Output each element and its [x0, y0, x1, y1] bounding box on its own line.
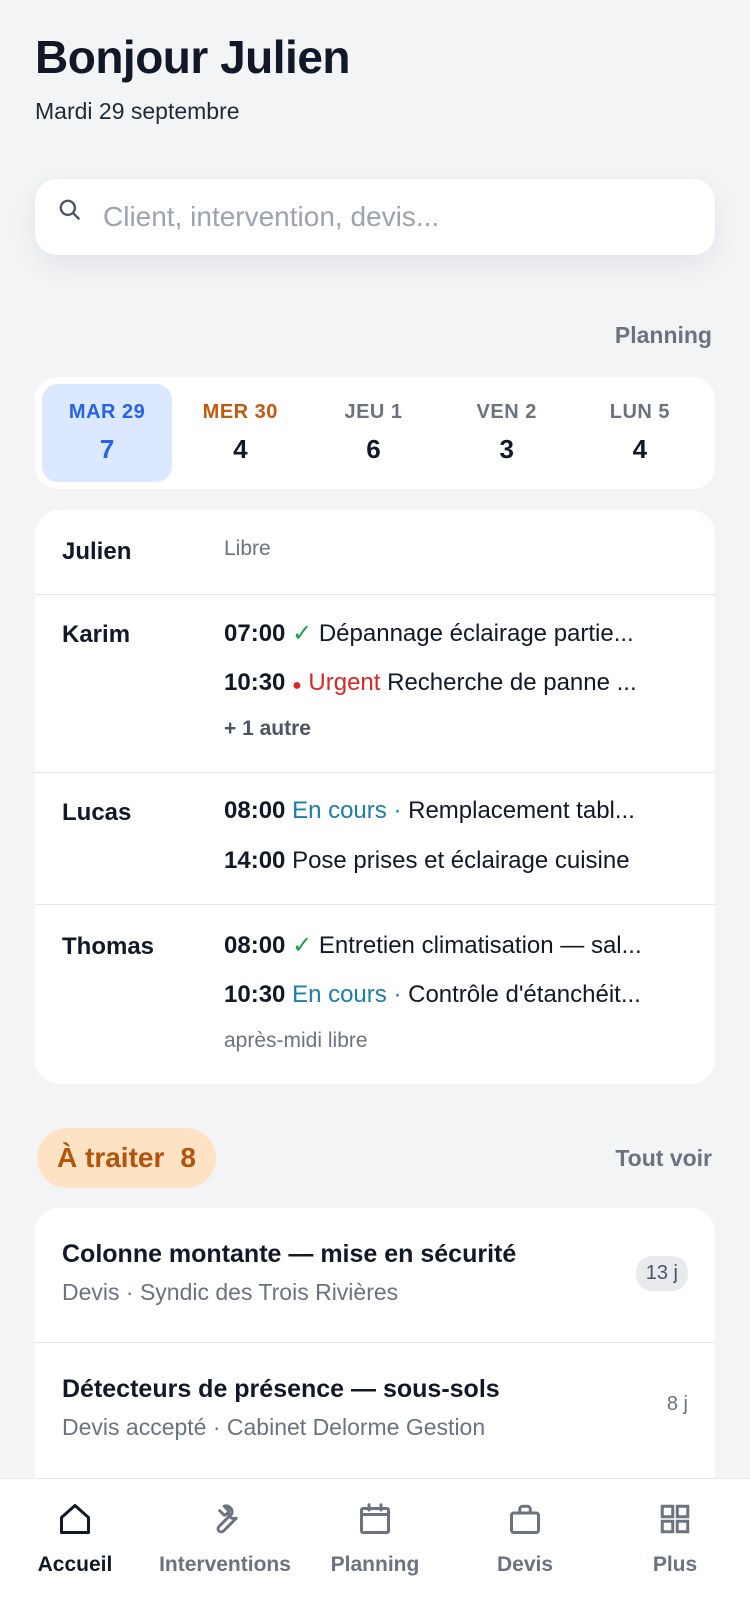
intervention-time: 08:00 — [224, 932, 286, 959]
search-input[interactable] — [103, 201, 663, 233]
day-tab-mer-30[interactable]: MER 30 4 — [175, 384, 305, 482]
team-row-lucas[interactable]: Lucas 08:00 En cours · Remplacement tabl… — [35, 772, 715, 904]
intervention-title: Entretien climatisation — sal... — [318, 932, 642, 959]
intervention-line[interactable]: 14:00 Pose prises et éclairage cuisine — [224, 847, 630, 875]
team-row-thomas[interactable]: Thomas 08:00 ✓ Entretien climatisation —… — [35, 904, 715, 1084]
day-count: 4 — [632, 434, 648, 464]
intervention-title: Remplacement tabl... — [408, 797, 635, 824]
intervention-time: 10:30 — [224, 669, 286, 696]
day-selector: MAR 29 7 MER 30 4 JEU 1 6 VEN 2 3 LUN 5 … — [35, 377, 715, 489]
intervention-line[interactable]: 10:30 En cours · Contrôle d'étanchéit... — [224, 981, 641, 1009]
tab-label: Devis — [496, 1553, 554, 1576]
age-label: 8 j — [666, 1393, 688, 1415]
current-date: Mardi 29 septembre — [35, 98, 240, 124]
see-all-link[interactable]: Tout voir — [615, 1145, 712, 1172]
todo-item[interactable]: Détecteurs de présence — sous-sols Devis… — [35, 1342, 715, 1476]
todo-subtitle: Devis · Syndic des Trois Rivières — [62, 1279, 399, 1305]
in-progress-tag: En cours · — [292, 981, 402, 1008]
urgent-dot-icon: ● — [292, 677, 302, 694]
todo-item[interactable]: Colonne montante — mise en sécurité Devi… — [35, 1208, 715, 1342]
day-tab-mar-29[interactable]: MAR 29 7 — [42, 384, 173, 482]
tab-planning[interactable]: Planning — [300, 1479, 450, 1623]
todo-title: Colonne montante — mise en sécurité — [62, 1240, 517, 1268]
team-row-julien[interactable]: Julien Libre — [35, 510, 715, 594]
check-icon: ✓ — [292, 620, 313, 647]
intervention-title: Pose prises et éclairage cuisine — [292, 847, 630, 874]
urgent-tag: Urgent — [308, 669, 381, 696]
home-icon — [60, 1504, 90, 1534]
wrench-icon — [216, 1504, 238, 1534]
todo-list: Colonne montante — mise en sécurité Devi… — [35, 1208, 715, 1508]
day-count: 4 — [233, 434, 248, 464]
availability-note: après-midi libre — [224, 1029, 368, 1052]
intervention-title: Contrôle d'étanchéit... — [408, 981, 641, 1008]
day-count: 3 — [499, 434, 514, 464]
intervention-line[interactable]: 10:30 ● Urgent Recherche de panne ... — [224, 669, 637, 697]
technician-name: Julien — [62, 538, 132, 565]
planning-link[interactable]: Planning — [615, 322, 712, 349]
technician-name: Lucas — [62, 799, 132, 826]
age-badge: 13 j — [635, 1256, 688, 1291]
intervention-time: 08:00 — [224, 797, 286, 824]
intervention-line[interactable]: 08:00 En cours · Remplacement tabl... — [224, 797, 635, 825]
todo-subtitle: Devis accepté · Cabinet Delorme Gestion — [62, 1414, 486, 1440]
availability-status: Libre — [224, 537, 271, 560]
intervention-time: 10:30 — [224, 981, 286, 1008]
intervention-time: 14:00 — [224, 847, 286, 874]
todo-badge: À traiter 8 — [37, 1128, 216, 1188]
intervention-title: Recherche de panne ... — [387, 669, 637, 696]
tab-label: Planning — [330, 1553, 420, 1576]
tab-devis[interactable]: Devis — [450, 1479, 600, 1623]
tab-plus[interactable]: Plus — [600, 1479, 750, 1623]
tab-label: Accueil — [37, 1553, 113, 1576]
tab-label: Interventions — [159, 1553, 291, 1576]
intervention-time: 07:00 — [224, 620, 286, 647]
day-label: MAR 29 — [68, 401, 146, 423]
day-count: 6 — [366, 434, 381, 464]
calendar-icon — [360, 1503, 390, 1534]
todo-label: À traiter — [57, 1142, 165, 1173]
more-interventions-link[interactable]: + 1 autre — [224, 717, 311, 741]
bottom-tab-bar: Accueil Interventions Planning Devis Plu… — [0, 1478, 750, 1623]
header: Bonjour Julien Mardi 29 septembre — [35, 30, 351, 125]
day-tab-lun-5[interactable]: LUN 5 4 — [575, 384, 705, 482]
in-progress-tag: En cours · — [292, 797, 402, 824]
team-schedule-card: Julien Libre Karim 07:00 ✓ Dépannage écl… — [35, 510, 715, 1084]
day-label: LUN 5 — [609, 401, 671, 423]
grid-icon — [660, 1504, 690, 1534]
day-label: VEN 2 — [476, 401, 537, 423]
day-label: JEU 1 — [344, 401, 403, 423]
day-tab-jeu-1[interactable]: JEU 1 6 — [308, 384, 438, 482]
tab-accueil[interactable]: Accueil — [0, 1479, 150, 1623]
tab-interventions[interactable]: Interventions — [150, 1479, 300, 1623]
intervention-title: Dépannage éclairage partie... — [318, 620, 634, 647]
search-bar[interactable] — [35, 179, 715, 255]
tab-label: Plus — [652, 1553, 698, 1576]
briefcase-icon — [510, 1504, 540, 1534]
check-icon: ✓ — [292, 932, 313, 959]
todo-title: Détecteurs de présence — sous-sols — [62, 1375, 500, 1403]
day-tab-ven-2[interactable]: VEN 2 3 — [442, 384, 572, 482]
intervention-line[interactable]: 07:00 ✓ Dépannage éclairage partie... — [224, 619, 634, 648]
day-count: 7 — [99, 434, 115, 464]
todo-count: 8 — [180, 1142, 196, 1173]
technician-name: Karim — [62, 621, 131, 648]
day-label: MER 30 — [202, 401, 278, 423]
page-title: Bonjour Julien — [35, 31, 351, 83]
intervention-line[interactable]: 08:00 ✓ Entretien climatisation — sal... — [224, 931, 642, 960]
search-icon — [59, 199, 80, 220]
team-row-karim[interactable]: Karim 07:00 ✓ Dépannage éclairage partie… — [35, 594, 715, 772]
technician-name: Thomas — [62, 933, 155, 960]
